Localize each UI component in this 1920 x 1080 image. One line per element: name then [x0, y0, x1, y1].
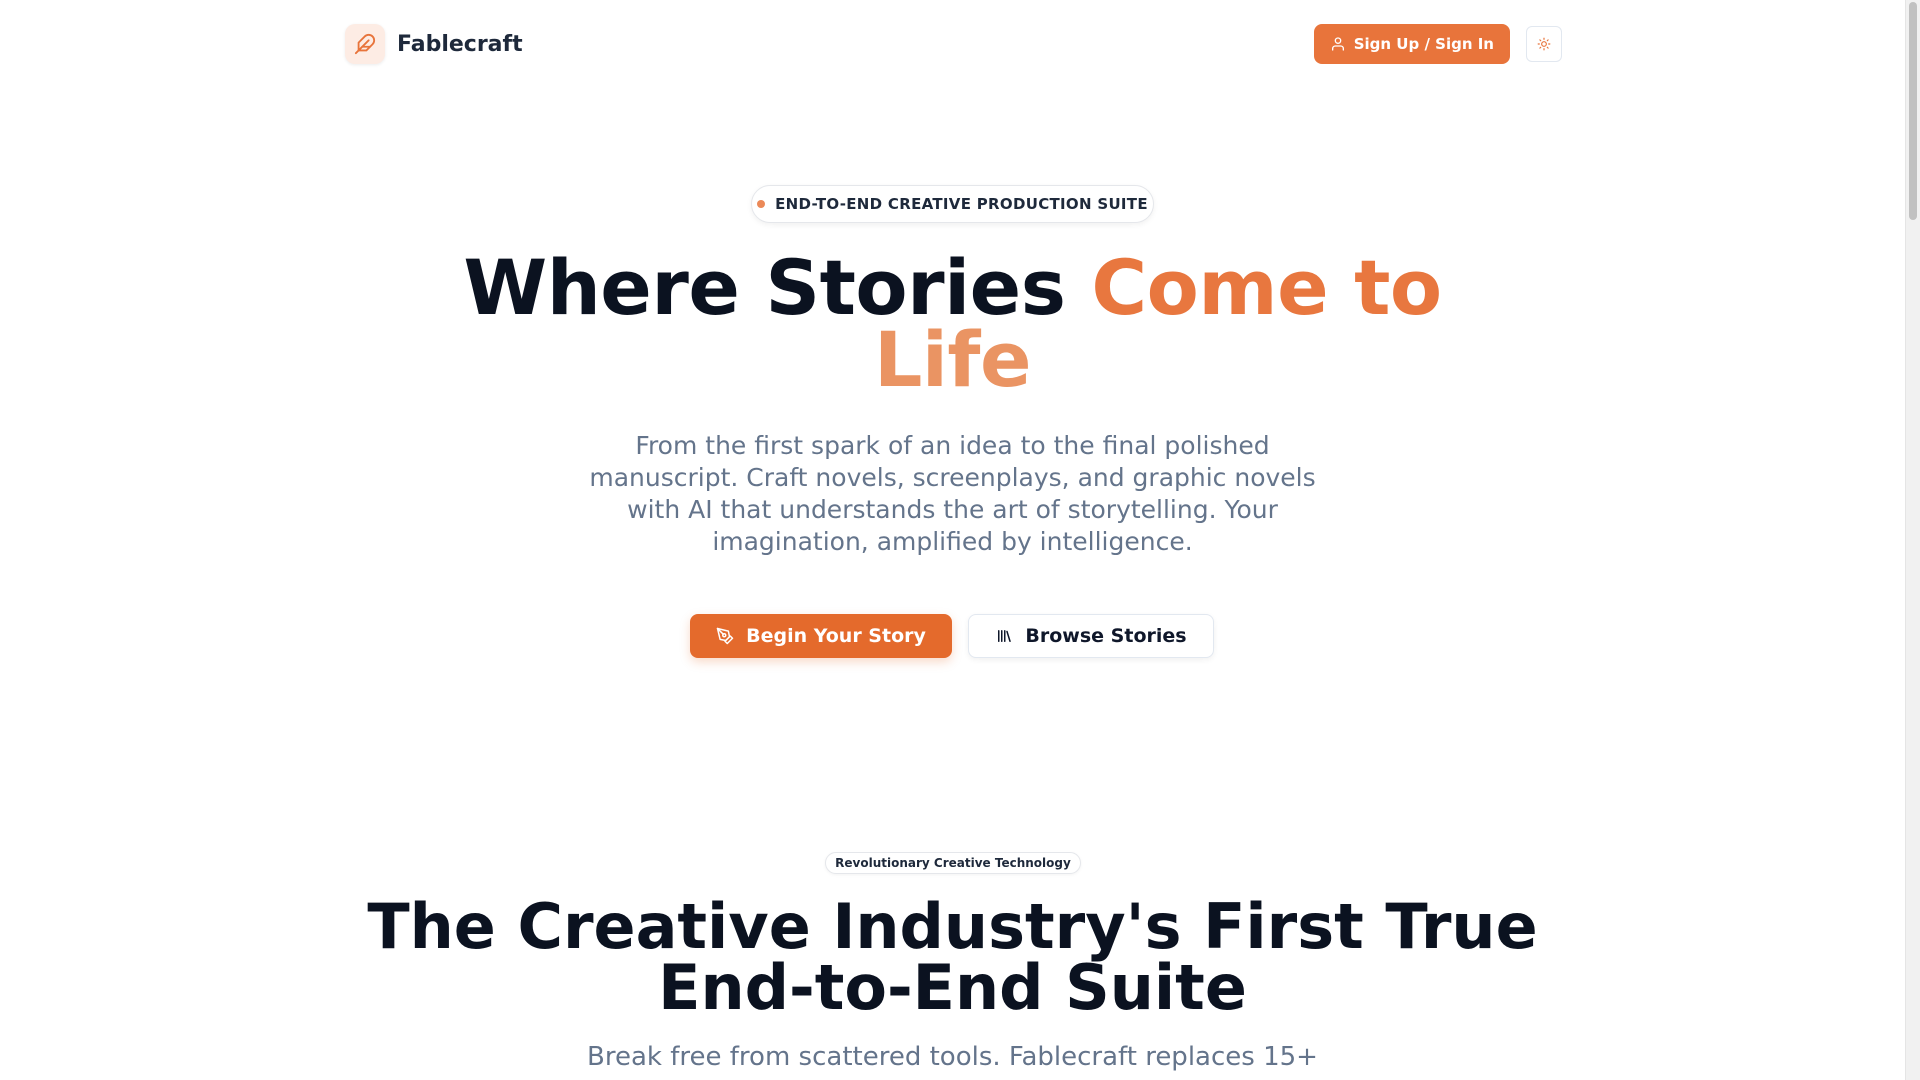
section-subtitle: Break free from scattered tools. Fablecr… [587, 1042, 1318, 1072]
pen-nib-icon [716, 627, 734, 645]
scrollbar-thumb[interactable] [1909, 2, 1917, 220]
library-icon [998, 630, 1012, 642]
browse-stories-label: Browse Stories [1025, 625, 1187, 647]
sign-up-sign-in-button[interactable]: Sign Up / Sign In [1313, 24, 1510, 64]
hero-badge: END-TO-END CREATIVE PRODUCTION SUITE [751, 185, 1154, 223]
hero-badge-label: END-TO-END CREATIVE PRODUCTION SUITE [775, 195, 1148, 213]
feather-icon [345, 24, 385, 64]
badge-dot [757, 200, 766, 208]
section-title: The Creative Industry's First True End-to… [360, 896, 1545, 1019]
user-icon [1331, 37, 1344, 51]
section-title-line-2: End-to-End Suite [658, 951, 1247, 1024]
brand-name: Fablecraft [397, 31, 523, 57]
site-header: Fablecraft Sign Up / Sign In [345, 22, 1562, 66]
sign-up-label: Sign Up / Sign In [1353, 35, 1494, 53]
begin-your-story-button[interactable]: Begin Your Story [690, 614, 952, 658]
theme-toggle-button[interactable] [1526, 26, 1562, 62]
header-actions: Sign Up / Sign In [1313, 24, 1562, 64]
page-scrollbar[interactable] [1905, 0, 1920, 1080]
hero-title-accent-2: Life [873, 315, 1032, 404]
browse-stories-button[interactable]: Browse Stories [968, 614, 1214, 658]
section-badge: Revolutionary Creative Technology [825, 852, 1081, 874]
hero-subtitle: From the first spark of an idea to the f… [589, 431, 1316, 556]
begin-your-story-label: Begin Your Story [746, 625, 926, 647]
hero-cta-group: Begin Your Story Browse Stories [690, 614, 1214, 658]
hero-title: Where Stories Come to Life [360, 250, 1545, 398]
sun-icon [1537, 37, 1551, 51]
hero-title-accent: Come to [1091, 243, 1442, 332]
brand[interactable]: Fablecraft [345, 24, 523, 64]
